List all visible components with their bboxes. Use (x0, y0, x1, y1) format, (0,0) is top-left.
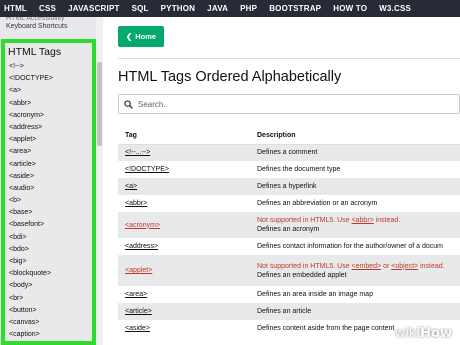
description-text: Defines an area inside an image map (257, 291, 373, 298)
column-header-tag: Tag (118, 127, 251, 145)
description-cell: Defines an abbreviation or an acronym (251, 195, 460, 212)
sidebar-tag-link[interactable]: <body> (9, 280, 92, 292)
scrollbar-thumb[interactable] (97, 62, 102, 146)
sidebar-tag-link[interactable]: <bdo> (9, 244, 92, 256)
table-row: <area> Defines an area inside an image ma… (118, 286, 460, 303)
description-cell: Defines an article (251, 303, 460, 320)
column-header-description: Description (251, 127, 460, 145)
description-cell: Not supported in HTML5. Use <abbr> inste… (251, 212, 460, 238)
sidebar-tag-link[interactable]: <br> (9, 293, 92, 305)
sidebar-tag-link[interactable]: <blockquote> (9, 268, 92, 280)
description-cell: Defines the document type (251, 161, 460, 178)
nav-item-php[interactable]: PHP (234, 0, 263, 17)
description-cell: Defines a hyperlink (251, 178, 460, 195)
sidebar-tag-link[interactable]: <!--> (9, 61, 92, 73)
description-text: Defines an article (257, 308, 312, 315)
tag-list: <!--> <!DOCTYPE> <a> <abbr> <acronym> <addres… (5, 61, 92, 345)
tag-link[interactable]: <a> (125, 183, 137, 190)
sidebar-tag-link[interactable]: <canvas> (9, 317, 92, 329)
description-text: Defines a hyperlink (257, 183, 317, 190)
description-text: Defines the document type (257, 166, 341, 173)
search-box[interactable] (118, 94, 460, 114)
tag-link[interactable]: <acronym> (125, 222, 160, 229)
sidebar-tag-link[interactable]: <center> (9, 341, 92, 345)
sidebar-tag-link[interactable]: <applet> (9, 134, 92, 146)
tag-link[interactable]: <aside> (125, 325, 150, 332)
chevron-left-icon: ❮ (125, 32, 133, 41)
sidebar-link-keyboard-shortcuts[interactable]: Keyboard Shortcuts (6, 22, 96, 32)
sidebar: HTML Accessibility Keyboard Shortcuts HT… (0, 17, 96, 345)
description-cell: Defines an area inside an image map (251, 286, 460, 303)
description-cell: Defines a comment (251, 144, 460, 161)
main-content: ❮ Home HTML Tags Ordered Alphabetically … (103, 17, 460, 345)
divider (118, 58, 460, 59)
deprecation-warning: Not supported in HTML5. Use <abbr> inste… (257, 217, 401, 224)
sidebar-tag-link[interactable]: <area> (9, 146, 92, 158)
sidebar-tag-link[interactable]: <article> (9, 159, 92, 171)
tag-link[interactable]: <article> (125, 308, 152, 315)
sidebar-tag-link[interactable]: <address> (9, 122, 92, 134)
sidebar-tag-link[interactable]: <a> (9, 85, 92, 97)
description-cell: Defines contact information for the auth… (251, 238, 460, 255)
sidebar-tag-link[interactable]: <basefont> (9, 219, 92, 231)
nav-item-html[interactable]: HTML (0, 0, 33, 17)
sidebar-scrollbar[interactable] (96, 17, 103, 345)
search-input[interactable] (138, 99, 438, 109)
table-row: <!DOCTYPE> Defines the document type (118, 161, 460, 178)
home-button[interactable]: ❮ Home (118, 26, 164, 47)
nav-item-sql[interactable]: SQL (126, 0, 155, 17)
tags-table: Tag Description <!--...--> Defines a comm… (118, 127, 460, 337)
sidebar-tag-link[interactable]: <abbr> (9, 98, 92, 110)
table-row: <applet> Not supported in HTML5. Use <emb… (118, 255, 460, 286)
description-text: Defines an embedded applet (257, 271, 347, 279)
table-row: <!--...--> Defines a comment (118, 144, 460, 161)
sidebar-tag-link[interactable]: <base> (9, 207, 92, 219)
sidebar-tag-link[interactable]: <b> (9, 195, 92, 207)
deprecation-warning: Not supported in HTML5. Use <embed> or <… (257, 262, 445, 270)
sidebar-tag-link[interactable]: <audio> (9, 183, 92, 195)
description-text: Defines contact information for the auth… (257, 243, 443, 250)
table-row: <address> Defines contact information for… (118, 238, 460, 255)
nav-item-bootstrap[interactable]: BOOTSTRAP (263, 0, 327, 17)
replacement-tag-link[interactable]: <abbr> (352, 217, 374, 224)
sidebar-tag-link[interactable]: <button> (9, 305, 92, 317)
html-tags-section: HTML Tags <!--> <!DOCTYPE> <a> <abbr> <acron… (1, 39, 96, 345)
sidebar-tag-link[interactable]: <acronym> (9, 110, 92, 122)
home-button-label: Home (135, 32, 157, 41)
sidebar-tag-link[interactable]: <big> (9, 256, 92, 268)
sidebar-tag-link[interactable]: <caption> (9, 329, 92, 341)
table-row: <acronym> Not supported in HTML5. Use <ab… (118, 212, 460, 238)
tag-link[interactable]: <applet> (125, 267, 152, 274)
replacement-tag-link[interactable]: <object> (391, 263, 418, 270)
sidebar-tag-link[interactable]: <aside> (9, 171, 92, 183)
nav-item-how-to[interactable]: HOW TO (327, 0, 373, 17)
tag-link[interactable]: <abbr> (125, 200, 147, 207)
tag-link[interactable]: <address> (125, 243, 158, 250)
html-tags-heading: HTML Tags (8, 46, 62, 58)
nav-item-w3-css[interactable]: W3.CSS (373, 0, 417, 17)
search-icon (124, 99, 133, 109)
tag-link[interactable]: <!DOCTYPE> (125, 166, 169, 173)
top-nav: HTML CSS JAVASCRIPT SQL PYTHON JAVA PHP BOOTSTR… (0, 0, 460, 17)
tag-link[interactable]: <!--...--> (125, 149, 150, 156)
wikihow-watermark: wiki How (394, 326, 452, 341)
sidebar-tag-link[interactable]: <!DOCTYPE> (9, 73, 92, 85)
description-text: Defines a comment (257, 149, 318, 157)
page-title: HTML Tags Ordered Alphabetically (118, 69, 342, 85)
nav-item-python[interactable]: PYTHON (155, 0, 202, 17)
sidebar-tag-link[interactable]: <bdi> (9, 232, 92, 244)
description-cell: Not supported in HTML5. Use <embed> or <… (251, 255, 460, 286)
nav-item-javascript[interactable]: JAVASCRIPT (62, 0, 126, 17)
nav-item-java[interactable]: JAVA (201, 0, 234, 17)
tag-link[interactable]: <area> (125, 291, 147, 298)
description-text: Defines an acronym (257, 226, 320, 233)
nav-item-css[interactable]: CSS (33, 0, 62, 17)
table-row: <abbr> Defines an abbreviation or an acro… (118, 195, 460, 212)
description-text: Defines an abbreviation or an acronym (257, 200, 378, 207)
table-row: <a> Defines a hyperlink (118, 178, 460, 195)
replacement-tag-link[interactable]: <embed> (352, 263, 382, 270)
table-row: <article> Defines an article (118, 303, 460, 320)
